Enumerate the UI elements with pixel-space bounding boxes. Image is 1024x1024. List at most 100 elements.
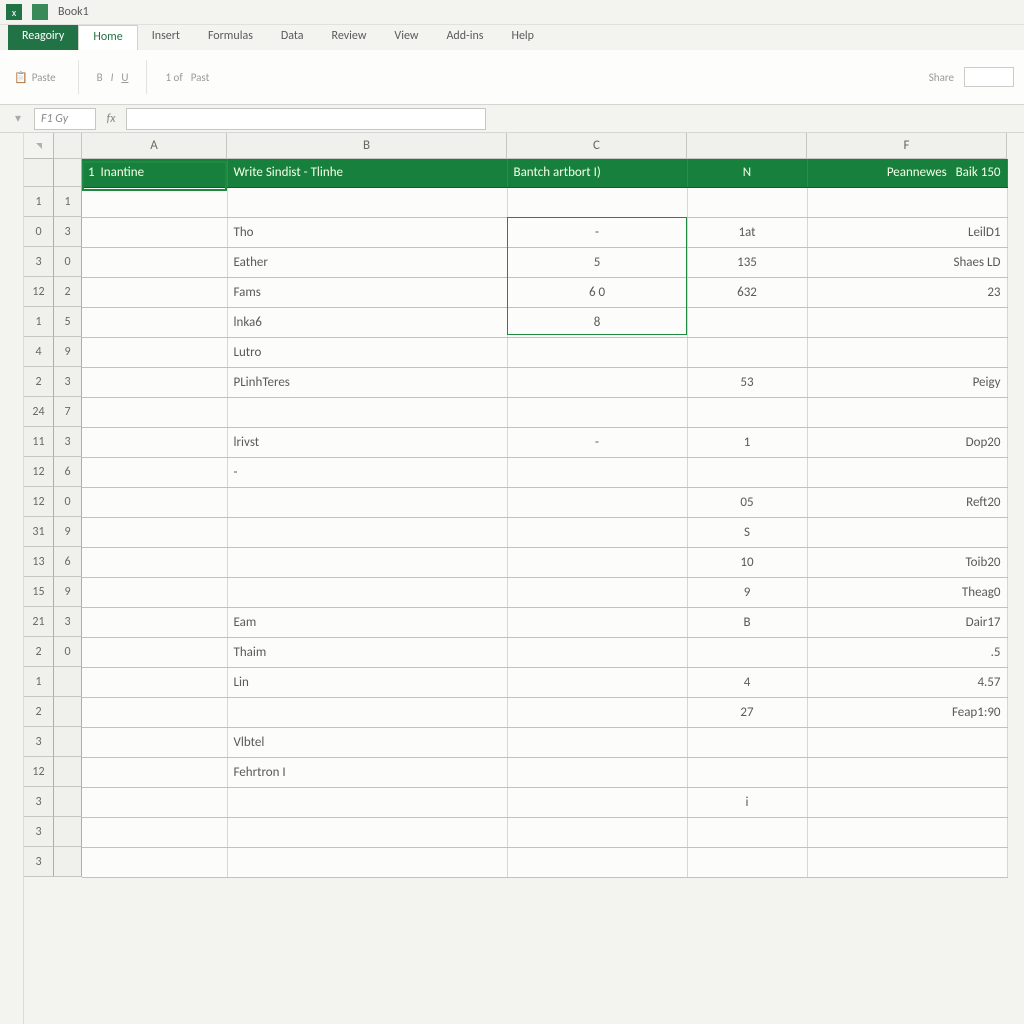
row-header[interactable]: 3 <box>24 727 54 757</box>
underline-icon[interactable]: U <box>121 71 128 84</box>
table-row[interactable]: Thaim.5 <box>82 637 1007 667</box>
row-header[interactable]: 12 <box>24 277 54 307</box>
row-header[interactable]: 11 <box>24 427 54 457</box>
row-header[interactable]: 3 <box>24 787 54 817</box>
cell-c[interactable]: 8 <box>507 307 687 337</box>
row-header-2[interactable]: 0 <box>54 637 82 667</box>
row-header[interactable]: 2 <box>24 367 54 397</box>
col-header-a[interactable]: A <box>82 133 227 159</box>
row-header-2[interactable]: 2 <box>54 277 82 307</box>
cell-f[interactable]: Dop20 <box>807 427 1007 457</box>
cell-a[interactable] <box>82 847 227 877</box>
cell-n[interactable]: 632 <box>687 277 807 307</box>
cell-b[interactable]: Lin <box>227 667 507 697</box>
cell-n[interactable]: B <box>687 607 807 637</box>
row-header-2[interactable] <box>54 757 82 787</box>
cell-n[interactable]: 27 <box>687 697 807 727</box>
cell-n[interactable]: 53 <box>687 367 807 397</box>
cell-b[interactable] <box>227 547 507 577</box>
table-row[interactable]: Lutro <box>82 337 1007 367</box>
cell-a[interactable] <box>82 727 227 757</box>
col-header-n[interactable] <box>687 133 807 159</box>
cell-c[interactable] <box>507 457 687 487</box>
cell-b[interactable] <box>227 187 507 217</box>
cell-n[interactable] <box>687 187 807 217</box>
cell-a[interactable] <box>82 487 227 517</box>
cell-c[interactable] <box>507 787 687 817</box>
row-header-2[interactable]: 0 <box>54 487 82 517</box>
cell-c[interactable] <box>507 547 687 577</box>
row-header-2[interactable]: 9 <box>54 337 82 367</box>
row-header-2[interactable] <box>54 847 82 877</box>
cell-a[interactable] <box>82 547 227 577</box>
cell-f[interactable] <box>807 727 1007 757</box>
cell-c[interactable] <box>507 397 687 427</box>
cell-c[interactable]: - <box>507 427 687 457</box>
col-header-c[interactable]: C <box>507 133 687 159</box>
cell-f[interactable] <box>807 817 1007 847</box>
row-header[interactable]: 21 <box>24 607 54 637</box>
row-header[interactable]: 1 <box>24 307 54 337</box>
cell-c[interactable] <box>507 517 687 547</box>
cell-a[interactable] <box>82 337 227 367</box>
cell-a[interactable] <box>82 517 227 547</box>
table-row[interactable]: Vlbtel <box>82 727 1007 757</box>
cell-b[interactable]: Fehrtron I <box>227 757 507 787</box>
table-row[interactable]: Tho-1atLeilD1 <box>82 217 1007 247</box>
select-all-corner[interactable] <box>24 133 54 159</box>
table-row[interactable] <box>82 397 1007 427</box>
hdr-b[interactable]: Write Sindist - Tlinhe <box>227 159 507 187</box>
table-row[interactable]: Fams6 063223 <box>82 277 1007 307</box>
cell-f[interactable]: Reft20 <box>807 487 1007 517</box>
cell-a[interactable] <box>82 787 227 817</box>
cell-a[interactable] <box>82 397 227 427</box>
cell-b[interactable] <box>227 847 507 877</box>
cell-b[interactable] <box>227 517 507 547</box>
row-header[interactable]: 12 <box>24 487 54 517</box>
cell-f[interactable]: Feap1:90 <box>807 697 1007 727</box>
cell-n[interactable]: i <box>687 787 807 817</box>
cell-c[interactable] <box>507 757 687 787</box>
table-row[interactable]: lrivst-1Dop20 <box>82 427 1007 457</box>
cell-f[interactable] <box>807 397 1007 427</box>
cell-b[interactable]: lrivst <box>227 427 507 457</box>
cell-b[interactable]: Eam <box>227 607 507 637</box>
row-header-2[interactable]: 6 <box>54 457 82 487</box>
col-header-b[interactable]: B <box>227 133 507 159</box>
grid[interactable]: A B C F 1 Inantine Write Sindist - Tlinh… <box>82 133 1008 1024</box>
cell-b[interactable] <box>227 817 507 847</box>
cell-b[interactable]: Eather <box>227 247 507 277</box>
row-header-2[interactable] <box>54 667 82 697</box>
row-header-2[interactable]: 1 <box>54 187 82 217</box>
table-row[interactable]: - <box>82 457 1007 487</box>
cell-n[interactable]: 10 <box>687 547 807 577</box>
cell-b[interactable]: lnka6 <box>227 307 507 337</box>
row-header[interactable]: 1 <box>24 187 54 217</box>
row-header-2[interactable]: 7 <box>54 397 82 427</box>
cell-n[interactable]: 05 <box>687 487 807 517</box>
cell-n[interactable] <box>687 337 807 367</box>
cell-n[interactable] <box>687 397 807 427</box>
name-box[interactable]: F1 Gy <box>34 108 96 130</box>
cell-a[interactable] <box>82 247 227 277</box>
cell-b[interactable]: Thaim <box>227 637 507 667</box>
table-row[interactable]: EamBDair17 <box>82 607 1007 637</box>
ribbon-tab-insert[interactable]: Insert <box>138 25 194 50</box>
cell-n[interactable]: 9 <box>687 577 807 607</box>
row-header-2[interactable]: 9 <box>54 577 82 607</box>
row-header[interactable]: 15 <box>24 577 54 607</box>
cell-n[interactable] <box>687 457 807 487</box>
ribbon-tab-view[interactable]: View <box>380 25 432 50</box>
cell-b[interactable]: Fams <box>227 277 507 307</box>
cell-c[interactable] <box>507 337 687 367</box>
share-label[interactable]: Share <box>929 71 954 84</box>
search-box[interactable] <box>964 67 1014 87</box>
row-header[interactable] <box>24 159 54 187</box>
table-row[interactable]: lnka68 <box>82 307 1007 337</box>
cell-n[interactable]: S <box>687 517 807 547</box>
ribbon-tab-data[interactable]: Data <box>267 25 318 50</box>
cell-c[interactable] <box>507 697 687 727</box>
cell-n[interactable] <box>687 307 807 337</box>
ribbon-tab-home[interactable]: Home <box>78 25 137 50</box>
row-header-2[interactable]: 3 <box>54 607 82 637</box>
